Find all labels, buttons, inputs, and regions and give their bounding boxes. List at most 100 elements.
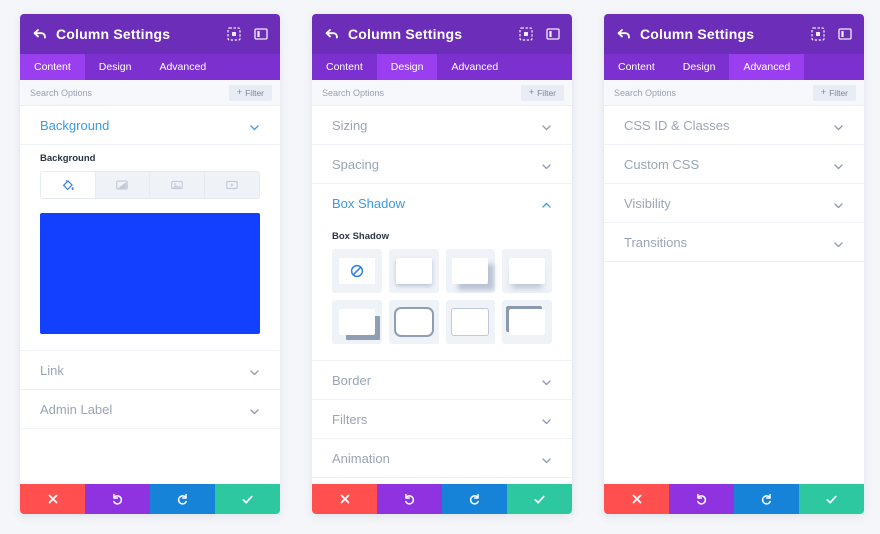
chevron-down-icon[interactable]: [541, 120, 552, 131]
chevron-down-icon[interactable]: [249, 365, 260, 376]
box-shadow-none-preset[interactable]: [332, 249, 382, 293]
close-icon: [632, 494, 641, 504]
section-title: Sizing: [332, 117, 368, 133]
section-header-admin-label[interactable]: Admin Label: [20, 390, 280, 429]
search-input[interactable]: [30, 87, 229, 98]
section-header-spacing[interactable]: Spacing: [312, 145, 572, 184]
panel-footer: [20, 484, 280, 514]
panel-tabs: Content Design Advanced: [312, 54, 572, 80]
section-header-visibility[interactable]: Visibility: [604, 184, 864, 223]
cancel-button[interactable]: [20, 484, 85, 514]
undo-button[interactable]: [377, 484, 442, 514]
redo-button[interactable]: [150, 484, 215, 514]
back-arrow-icon[interactable]: [324, 26, 340, 42]
redo-button[interactable]: [734, 484, 799, 514]
back-arrow-icon[interactable]: [32, 26, 48, 42]
chevron-down-icon[interactable]: [833, 120, 844, 131]
section-header-custom-css[interactable]: Custom CSS: [604, 145, 864, 184]
section-header-css-id-classes[interactable]: CSS ID & Classes: [604, 106, 864, 145]
chevron-down-icon[interactable]: [833, 198, 844, 209]
check-icon: [826, 495, 837, 504]
box-shadow-soft-bottom-preset[interactable]: [388, 249, 439, 293]
box-shadow-blurred-bottom-preset[interactable]: [502, 249, 552, 293]
save-button[interactable]: [215, 484, 280, 514]
chevron-down-icon[interactable]: [833, 237, 844, 248]
chevron-down-icon[interactable]: [249, 120, 260, 131]
search-input[interactable]: [614, 87, 813, 98]
search-bar: + Filter: [604, 80, 864, 106]
cancel-button[interactable]: [604, 484, 669, 514]
chevron-down-icon[interactable]: [541, 159, 552, 170]
background-type-tabs: [40, 171, 260, 199]
background-section-body: Background: [20, 145, 280, 351]
chevron-down-icon[interactable]: [541, 375, 552, 386]
section-header-animation[interactable]: Animation: [312, 439, 572, 478]
box-shadow-offset-bottom-right-preset[interactable]: [445, 249, 496, 293]
column-settings-panel-advanced: Column Settings Content Design Advanced …: [604, 14, 864, 514]
background-field-label: Background: [40, 153, 96, 164]
filter-label: Filter: [537, 87, 556, 98]
background-color-swatch[interactable]: [40, 213, 260, 334]
cancel-button[interactable]: [312, 484, 377, 514]
panel-layout-icon[interactable]: [837, 27, 852, 42]
tab-advanced[interactable]: Advanced: [145, 54, 220, 80]
section-header-box-shadow[interactable]: Box Shadow: [312, 184, 572, 223]
section-header-transitions[interactable]: Transitions: [604, 223, 864, 262]
focus-expand-icon[interactable]: [226, 27, 241, 42]
save-button[interactable]: [799, 484, 864, 514]
column-settings-panel-design: Column Settings Content Design Advanced …: [312, 14, 572, 514]
chevron-down-icon[interactable]: [249, 404, 260, 415]
search-bar: + Filter: [20, 80, 280, 106]
header-icon-group: [518, 27, 560, 42]
tab-content[interactable]: Content: [604, 54, 669, 80]
background-image-icon[interactable]: [150, 172, 205, 198]
tab-design[interactable]: Design: [669, 54, 730, 80]
chevron-up-icon[interactable]: [541, 198, 552, 209]
section-header-filters[interactable]: Filters: [312, 400, 572, 439]
undo-button[interactable]: [85, 484, 150, 514]
check-icon: [242, 495, 253, 504]
panel-tabs: Content Design Advanced: [604, 54, 864, 80]
filter-button[interactable]: + Filter: [228, 84, 272, 101]
focus-expand-icon[interactable]: [518, 27, 533, 42]
tab-design[interactable]: Design: [376, 54, 438, 80]
section-title: CSS ID & Classes: [624, 117, 730, 133]
tab-advanced[interactable]: Advanced: [437, 54, 512, 80]
tab-advanced[interactable]: Advanced: [729, 54, 805, 80]
chevron-down-icon[interactable]: [541, 414, 552, 425]
tab-design[interactable]: Design: [85, 54, 146, 80]
panel-layout-icon[interactable]: [545, 27, 560, 42]
plus-icon: +: [820, 87, 827, 97]
undo-icon: [405, 493, 415, 505]
background-video-icon[interactable]: [204, 172, 259, 198]
section-header-border[interactable]: Border: [312, 361, 572, 400]
panel-footer: [604, 484, 864, 514]
box-shadow-hard-top-left-preset[interactable]: [502, 300, 552, 344]
back-arrow-icon[interactable]: [616, 26, 632, 42]
tab-content[interactable]: Content: [20, 54, 85, 80]
redo-button[interactable]: [442, 484, 507, 514]
panel-tabs: Content Design Advanced: [20, 54, 280, 80]
tab-content[interactable]: Content: [312, 54, 377, 80]
box-shadow-outline-all-preset[interactable]: [388, 300, 439, 344]
section-header-sizing[interactable]: Sizing: [312, 106, 572, 145]
section-header-link[interactable]: Link: [20, 351, 280, 390]
background-gradient-icon[interactable]: [95, 172, 150, 198]
undo-button[interactable]: [669, 484, 734, 514]
focus-expand-icon[interactable]: [810, 27, 825, 42]
redo-icon: [177, 493, 187, 505]
plus-icon: +: [236, 87, 243, 97]
box-shadow-hard-bottom-right-preset[interactable]: [332, 300, 382, 344]
filter-button[interactable]: + Filter: [812, 84, 856, 101]
chevron-down-icon[interactable]: [541, 453, 552, 464]
background-color-icon[interactable]: [41, 172, 96, 198]
filter-button[interactable]: + Filter: [520, 84, 564, 101]
save-button[interactable]: [507, 484, 572, 514]
chevron-down-icon[interactable]: [833, 159, 844, 170]
search-input[interactable]: [322, 87, 521, 98]
section-header-background[interactable]: Background: [20, 106, 280, 145]
section-title: Visibility: [624, 195, 671, 211]
section-title: Spacing: [332, 156, 379, 172]
panel-layout-icon[interactable]: [253, 27, 268, 42]
box-shadow-light-outline-preset[interactable]: [445, 300, 496, 344]
